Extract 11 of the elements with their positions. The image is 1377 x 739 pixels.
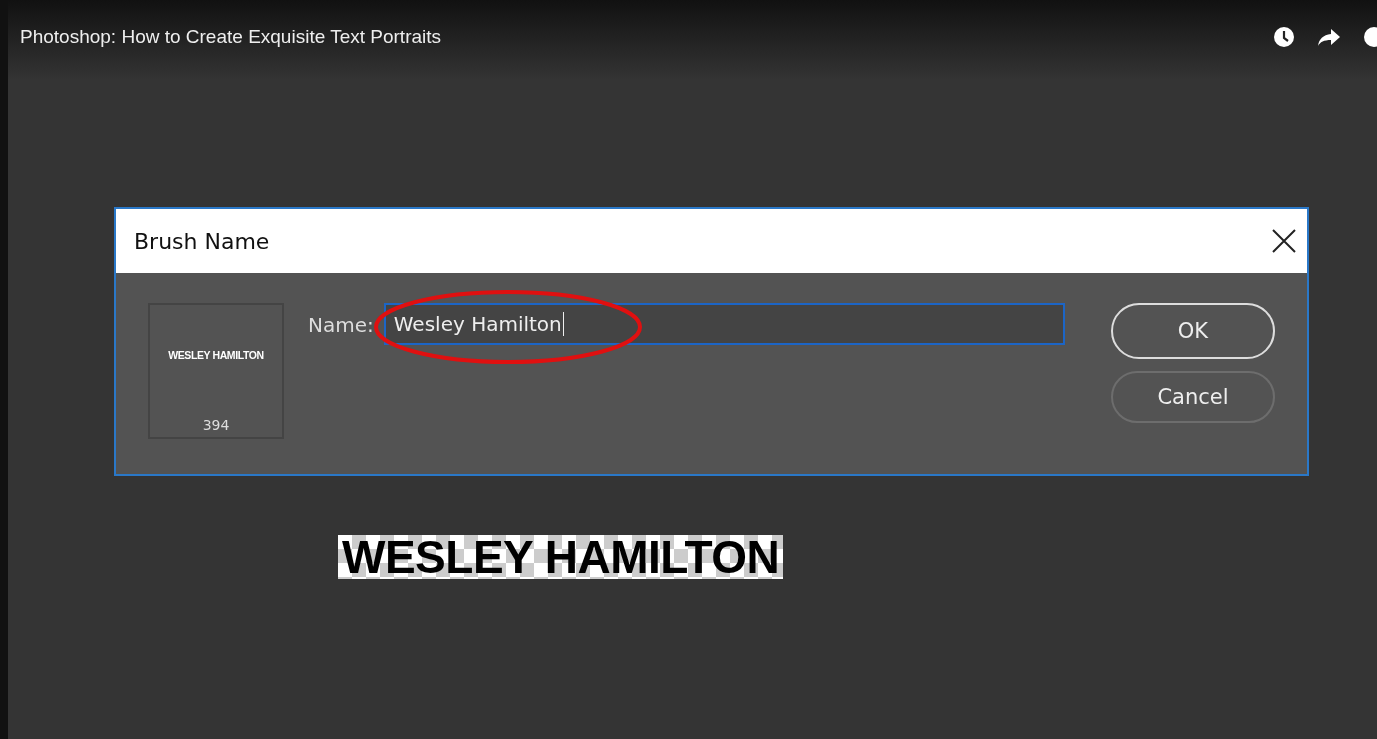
ok-button[interactable]: OK [1111, 303, 1275, 359]
brush-size: 394 [202, 417, 230, 433]
canvas-text: WESLEY HAMILTON [338, 535, 784, 579]
dialog-title: Brush Name [134, 228, 270, 254]
clock-icon[interactable] [1273, 26, 1295, 48]
preview-text: WESLEY HAMILTON [168, 349, 264, 361]
cancel-button[interactable]: Cancel [1111, 371, 1275, 423]
name-label: Name: [308, 312, 374, 337]
close-icon[interactable] [1271, 228, 1297, 254]
name-input-field[interactable]: Wesley Hamilton [383, 303, 1065, 345]
share-arrow-icon[interactable] [1317, 27, 1341, 47]
